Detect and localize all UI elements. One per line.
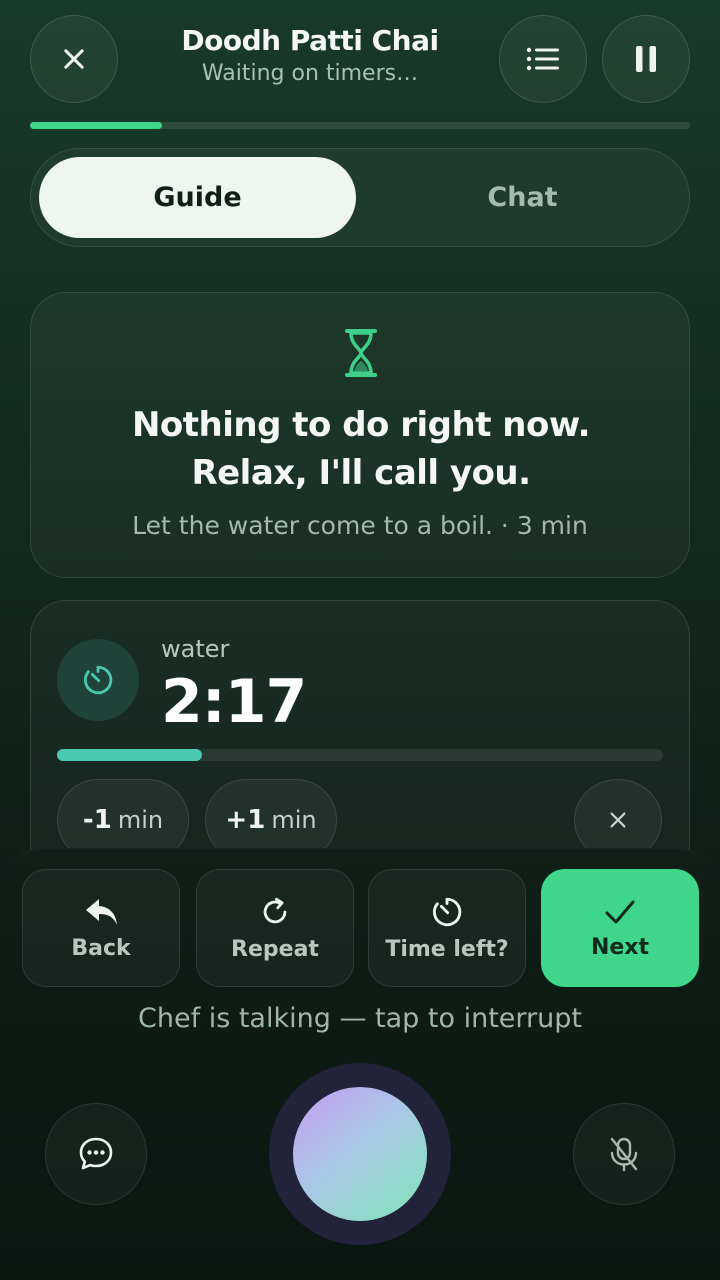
header-title-group: Doodh Patti Chai Waiting on timers… bbox=[130, 24, 490, 86]
time-left-button[interactable]: Time left? bbox=[368, 869, 526, 987]
voice-control-panel: Back Repeat Time left? Next Chef is talk… bbox=[0, 848, 720, 1280]
hourglass-icon bbox=[345, 329, 377, 377]
status-title: Nothing to do right now. Relax, I'll cal… bbox=[131, 405, 591, 493]
recipe-title: Doodh Patti Chai bbox=[181, 24, 439, 57]
repeat-button[interactable]: Repeat bbox=[196, 869, 354, 987]
chat-bubble-icon bbox=[79, 1137, 113, 1170]
repeat-icon bbox=[263, 897, 287, 923]
pause-icon bbox=[636, 46, 656, 72]
back-button[interactable]: Back bbox=[22, 869, 180, 987]
minus-button-unit: min bbox=[117, 806, 164, 834]
steps-list-button[interactable] bbox=[499, 15, 587, 103]
timer-icon bbox=[83, 665, 113, 695]
chat-button[interactable] bbox=[45, 1103, 147, 1205]
timer-icon bbox=[432, 897, 462, 926]
plus-button-unit: min bbox=[271, 806, 317, 834]
plus-button-number: +1 bbox=[225, 805, 266, 835]
reply-arrow-icon bbox=[86, 898, 117, 925]
timer-progress-fill bbox=[57, 749, 203, 761]
minus-button-number: -1 bbox=[82, 805, 112, 835]
recipe-progress-fill bbox=[30, 122, 162, 129]
pause-button[interactable] bbox=[602, 15, 690, 103]
recipe-progress-bar bbox=[30, 122, 690, 129]
next-button[interactable]: Next bbox=[541, 869, 699, 987]
list-icon bbox=[526, 47, 559, 71]
voice-orb bbox=[293, 1087, 427, 1221]
status-subtitle: Let the water come to a boil. · 3 min bbox=[132, 511, 588, 540]
mute-mic-button[interactable] bbox=[573, 1103, 675, 1205]
check-icon bbox=[605, 900, 635, 923]
back-label: Back bbox=[71, 935, 131, 961]
next-label: Next bbox=[590, 934, 650, 960]
tab-guide[interactable]: Guide bbox=[39, 157, 356, 238]
voice-orb-button[interactable] bbox=[269, 1063, 451, 1245]
time-left-label: Time left? bbox=[385, 936, 509, 962]
timer-time: 2:17 bbox=[161, 667, 307, 737]
mode-tabs: Guide Chat bbox=[30, 148, 690, 247]
status-card: Nothing to do right now. Relax, I'll cal… bbox=[30, 292, 690, 578]
talk-hint: Chef is talking — tap to interrupt bbox=[138, 1003, 582, 1034]
close-icon bbox=[610, 812, 626, 828]
timer-badge bbox=[57, 639, 139, 721]
timer-label: water bbox=[161, 635, 230, 663]
timer-progress-bar bbox=[57, 749, 663, 761]
close-button[interactable] bbox=[30, 15, 118, 103]
repeat-label: Repeat bbox=[231, 936, 319, 962]
close-icon bbox=[64, 49, 84, 69]
mic-off-icon bbox=[610, 1137, 638, 1172]
tab-chat[interactable]: Chat bbox=[364, 157, 681, 238]
recipe-status: Waiting on timers… bbox=[201, 61, 419, 86]
